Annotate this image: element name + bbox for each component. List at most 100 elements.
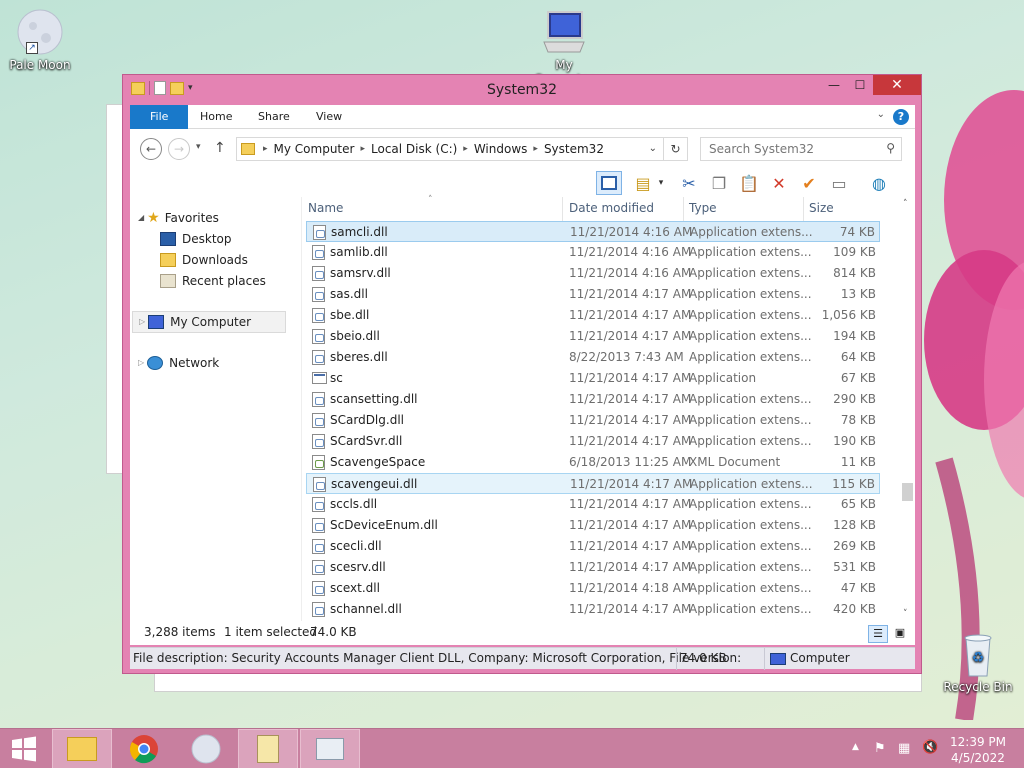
network-status-icon[interactable]: ▦ — [898, 741, 910, 756]
file-row[interactable]: sccls.dll 11/21/2014 4:17 AM Application e… — [306, 494, 880, 515]
file-row[interactable]: scavengeui.dll 11/21/2014 4:17 AM Applicat… — [306, 473, 880, 494]
dll-file-icon — [312, 581, 325, 596]
folder-icon — [241, 143, 255, 155]
file-row[interactable]: SCardDlg.dll 11/21/2014 4:17 AM Applicatio… — [306, 410, 880, 431]
column-type[interactable]: Type — [689, 201, 717, 215]
file-row[interactable]: sbeio.dll 11/21/2014 4:17 AM Application e… — [306, 326, 880, 347]
nav-label: Downloads — [182, 253, 248, 267]
expand-icon[interactable]: ◢ — [138, 208, 144, 228]
delete-icon[interactable]: ✕ — [766, 171, 792, 195]
file-row[interactable]: scext.dll 11/21/2014 4:18 AM Application e… — [306, 578, 880, 599]
file-row[interactable]: scecli.dll 11/21/2014 4:17 AM Application … — [306, 536, 880, 557]
file-row[interactable]: scesrv.dll 11/21/2014 4:17 AM Application … — [306, 557, 880, 578]
scroll-thumb[interactable] — [902, 483, 913, 501]
start-button[interactable] — [0, 729, 48, 768]
column-size[interactable]: Size — [809, 201, 834, 215]
help-icon[interactable]: ? — [893, 109, 909, 125]
file-date: 11/21/2014 4:16 AM — [570, 225, 693, 239]
file-row[interactable]: samsrv.dll 11/21/2014 4:16 AM Application … — [306, 263, 880, 284]
address-bar[interactable]: ▸ My Computer ▸ Local Disk (C:) ▸ Window… — [236, 137, 688, 161]
nav-my-computer[interactable]: ▷ My Computer — [132, 311, 286, 333]
file-row[interactable]: schannel.dll 11/21/2014 4:17 AM Applicatio… — [306, 599, 880, 620]
file-size: 74 KB — [839, 225, 875, 239]
desktop-icon-pale-moon[interactable]: ↗ Pale Moon — [0, 8, 80, 72]
minimize-button[interactable]: — — [821, 75, 847, 95]
file-date: 11/21/2014 4:17 AM — [569, 434, 692, 448]
nav-recent-places[interactable]: Recent places — [160, 271, 266, 291]
expand-ribbon-icon[interactable]: ⌄ — [877, 109, 885, 120]
clock[interactable]: 12:39 PM 4/5/2022 — [948, 734, 1008, 766]
file-row[interactable]: samcli.dll 11/21/2014 4:16 AM Application … — [306, 221, 880, 242]
breadcrumb-windows[interactable]: Windows — [468, 142, 534, 156]
column-name[interactable]: Name — [308, 201, 343, 215]
checkmark-icon[interactable]: ✔ — [796, 171, 822, 195]
nav-network[interactable]: ▷ Network — [138, 353, 219, 373]
tab-file[interactable]: File — [130, 105, 189, 129]
windows-logo-icon — [12, 736, 36, 762]
maximize-button[interactable]: ☐ — [847, 75, 873, 95]
file-row[interactable]: sas.dll 11/21/2014 4:17 AM Application ext… — [306, 284, 880, 305]
file-size: 290 KB — [833, 392, 876, 406]
file-row[interactable]: samlib.dll 11/21/2014 4:16 AM Application … — [306, 242, 880, 263]
desktop-icon-recycle-bin[interactable]: ♻ Recycle Bin — [938, 630, 1018, 694]
show-hidden-icons-icon[interactable]: ▲ — [852, 742, 859, 752]
search-input[interactable]: Search System32 ⚲ — [700, 137, 902, 161]
up-icon[interactable]: ↑ — [214, 140, 226, 156]
file-size: 814 KB — [833, 266, 876, 280]
dll-file-icon — [312, 497, 325, 512]
tab-home[interactable]: Home — [186, 105, 246, 129]
globe-icon[interactable]: ◍ — [866, 171, 892, 195]
volume-muted-icon[interactable]: 🔇 — [922, 740, 938, 755]
forward-button[interactable]: → — [168, 138, 190, 160]
taskbar-chrome[interactable] — [114, 729, 174, 768]
preview-pane-icon[interactable] — [596, 171, 622, 195]
file-type: Application extens... — [689, 350, 812, 364]
tab-share[interactable]: Share — [244, 105, 304, 129]
breadcrumb-local-disk[interactable]: Local Disk (C:) — [365, 142, 463, 156]
refresh-icon[interactable]: ↻ — [663, 138, 687, 160]
large-icons-view-icon[interactable]: ▣ — [890, 625, 910, 643]
column-divider[interactable] — [683, 197, 684, 221]
file-row[interactable]: sc 11/21/2014 4:17 AM Application 67 KB — [306, 368, 880, 389]
tab-view[interactable]: View — [302, 105, 356, 129]
vertical-scrollbar[interactable]: ˄ ˅ — [900, 197, 915, 621]
file-row[interactable]: sbe.dll 11/21/2014 4:17 AM Application ext… — [306, 305, 880, 326]
rename-icon[interactable]: ▭ — [826, 171, 852, 195]
column-date-modified[interactable]: Date modified — [569, 201, 654, 215]
column-divider[interactable] — [803, 197, 804, 221]
nav-downloads[interactable]: Downloads — [160, 250, 248, 270]
taskbar-pale-moon[interactable] — [176, 729, 236, 768]
taskbar-notepad[interactable] — [238, 729, 298, 768]
taskbar-task-manager[interactable] — [300, 729, 360, 768]
address-dropdown-icon[interactable]: ⌄ — [649, 143, 657, 154]
dropdown-icon[interactable]: ▾ — [654, 171, 668, 195]
taskbar-file-explorer[interactable] — [52, 729, 112, 768]
file-list: Name ˄ Date modified Type Size samcli.dl… — [302, 195, 915, 621]
file-row[interactable]: ScDeviceEnum.dll 11/21/2014 4:17 AM Applic… — [306, 515, 880, 536]
copy-icon[interactable]: ❐ — [706, 171, 732, 195]
close-button[interactable]: ✕ — [873, 75, 921, 95]
folder-options-icon[interactable]: ▤ — [630, 171, 656, 195]
column-divider[interactable] — [562, 197, 563, 221]
expand-icon[interactable]: ▷ — [138, 353, 144, 373]
scroll-down-icon[interactable]: ˅ — [903, 609, 908, 619]
back-button[interactable]: ← — [140, 138, 162, 160]
breadcrumb-system32[interactable]: System32 — [538, 142, 610, 156]
paste-icon[interactable]: 📋 — [736, 171, 762, 195]
file-size: 65 KB — [840, 497, 876, 511]
breadcrumb-my-computer[interactable]: My Computer — [268, 142, 361, 156]
title-bar[interactable]: ▾ System32 — ☐ ✕ — [123, 75, 921, 105]
file-row[interactable]: SCardSvr.dll 11/21/2014 4:17 AM Applicatio… — [306, 431, 880, 452]
file-row[interactable]: scansetting.dll 11/21/2014 4:17 AM Applica… — [306, 389, 880, 410]
action-center-icon[interactable]: ⚑ — [874, 741, 886, 756]
file-row[interactable]: sberes.dll 8/22/2013 7:43 AM Application e… — [306, 347, 880, 368]
nav-favorites[interactable]: ◢ ★ Favorites — [138, 208, 219, 228]
scroll-up-icon[interactable]: ˄ — [903, 199, 908, 209]
nav-desktop[interactable]: Desktop — [160, 229, 232, 249]
details-view-icon[interactable]: ☰ — [868, 625, 888, 643]
recent-locations-icon[interactable]: ▾ — [196, 142, 201, 152]
file-row[interactable]: ScavengeSpace 6/18/2013 11:25 AM XML Docum… — [306, 452, 880, 473]
search-icon[interactable]: ⚲ — [886, 141, 895, 155]
expand-icon[interactable]: ▷ — [139, 312, 145, 332]
cut-icon[interactable]: ✂ — [676, 171, 702, 195]
